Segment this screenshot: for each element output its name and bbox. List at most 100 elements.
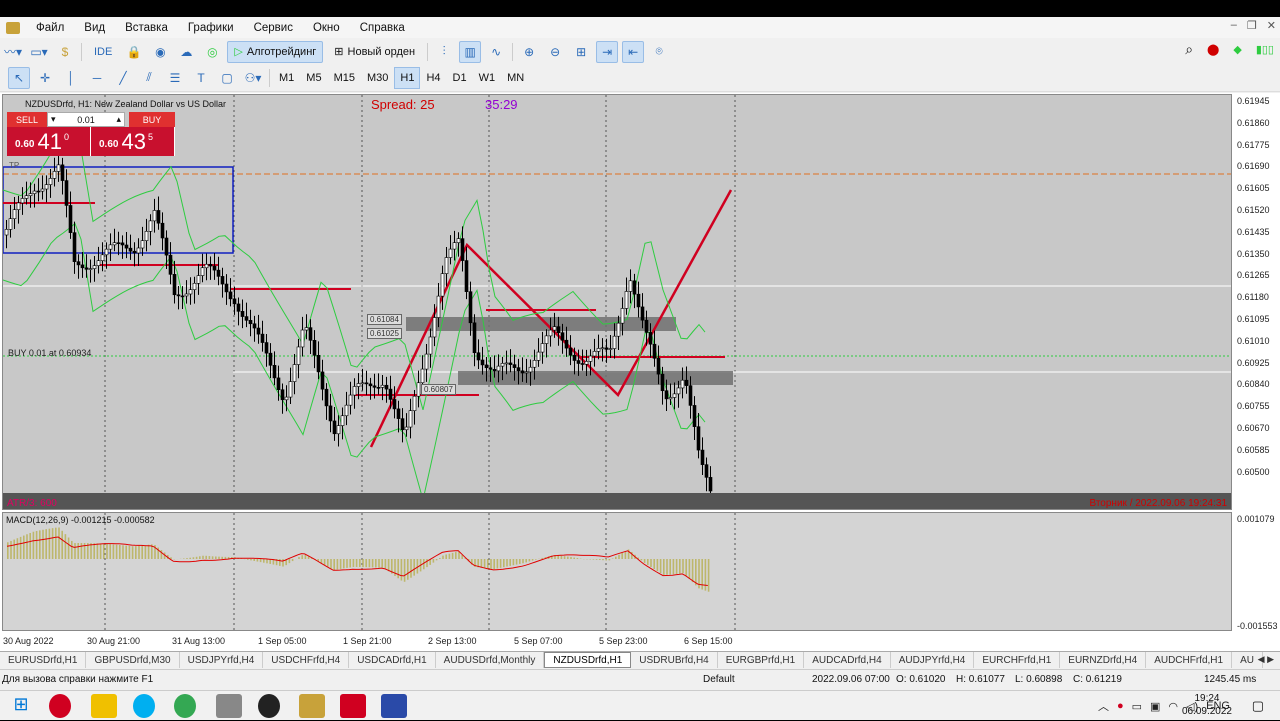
objects-icon[interactable]: ⚇▾ [242, 67, 264, 89]
terminal-taskbar-icon[interactable] [340, 694, 366, 718]
windows-start-icon[interactable]: ⊞ [8, 694, 34, 718]
timeframe-m15[interactable]: M15 [328, 67, 361, 89]
app-icon[interactable] [216, 694, 242, 718]
chart-tab[interactable]: AUDUSDrfd,Monthly [436, 652, 545, 668]
opera-icon[interactable] [49, 694, 71, 718]
zoom-out-icon[interactable]: ⊖ [544, 41, 566, 63]
chart-tab[interactable]: GBPUSDrfd,M30 [86, 652, 179, 668]
new-order-button[interactable]: ⊞ Новый орден [327, 41, 422, 63]
chart-tab[interactable]: USDRUBrfd,H4 [631, 652, 717, 668]
timeframe-h1[interactable]: H1 [394, 67, 420, 89]
screenshot-icon[interactable]: ⌾ [648, 41, 670, 63]
signal-icon[interactable]: ◉ [149, 41, 171, 63]
notifications-icon[interactable]: ⬤ [1207, 43, 1219, 56]
chart-tab[interactable]: AUDCHFrfd,H1 [1146, 652, 1232, 668]
menu-help[interactable]: Справка [350, 22, 415, 34]
candle-body [261, 334, 264, 342]
horizontal-line-icon[interactable]: ─ [86, 67, 108, 89]
macd-bar [42, 530, 44, 559]
lot-size-input[interactable]: ▾ 0.01 ▴ [47, 112, 125, 127]
restore-icon[interactable]: ❐ [1247, 19, 1257, 32]
chart-tab[interactable]: AUDCADrfd,H4 [804, 652, 890, 668]
tab-scroll-arrows-icon[interactable]: ◀ ▶ [1258, 654, 1274, 665]
menu-insert[interactable]: Вставка [115, 22, 178, 34]
chart-tab[interactable]: AUDJPYrfd,H4 [891, 652, 975, 668]
menu-charts[interactable]: Графики [178, 22, 244, 34]
chart-tab[interactable]: EURUSDrfd,H1 [0, 652, 86, 668]
search-icon[interactable]: ⌕ [1185, 41, 1193, 58]
timeframe-m5[interactable]: M5 [300, 67, 327, 89]
file-explorer-icon[interactable] [91, 694, 117, 718]
chart-tab[interactable]: USDCADrfd,H1 [349, 652, 435, 668]
signal-strength-icon[interactable]: ▮▯▯ [1256, 43, 1274, 56]
profile-name[interactable]: Default [703, 674, 735, 685]
timeframe-m1[interactable]: M1 [273, 67, 300, 89]
candlestick-icon[interactable]: ▥ [459, 41, 481, 63]
app-icon[interactable] [299, 694, 325, 718]
chart-tab[interactable]: USDJPYrfd,H4 [180, 652, 264, 668]
tray-app-icon[interactable]: ● [1117, 700, 1124, 712]
chart-tab[interactable]: EURCHFrfd,H1 [974, 652, 1060, 668]
timeframe-mn[interactable]: MN [501, 67, 530, 89]
buy-quote[interactable]: 0.60 43 5 [91, 127, 175, 156]
vps-icon[interactable]: ◎ [201, 41, 223, 63]
algo-trading-button[interactable]: ▷ Алготрейдинг [227, 41, 323, 63]
line-chart-icon[interactable]: ∿ [485, 41, 507, 63]
lot-down-icon[interactable]: ▾ [51, 114, 56, 125]
skype-icon[interactable] [133, 694, 155, 718]
timeframe-w1[interactable]: W1 [473, 67, 502, 89]
sell-quote-big: 41 [37, 129, 61, 155]
text-icon[interactable]: T [190, 67, 212, 89]
notification-center-icon[interactable]: ▢ [1252, 698, 1264, 714]
timeframe-m30[interactable]: M30 [361, 67, 394, 89]
cursor-icon[interactable]: ↖ [8, 67, 30, 89]
sell-quote[interactable]: 0.60 41 0 [7, 127, 91, 156]
menu-tools[interactable]: Сервис [244, 22, 303, 34]
minimize-icon[interactable]: – [1231, 19, 1237, 32]
chart-tab[interactable]: EURGBPrfd,H1 [718, 652, 804, 668]
network-icon[interactable]: ▣ [1150, 700, 1160, 713]
macd-subwindow[interactable]: MACD(12,26,9) -0.001215 -0.000582 [2, 512, 1232, 631]
trendline-icon[interactable]: ╱ [112, 67, 134, 89]
clock[interactable]: 19:24 06.09.2022 [1182, 692, 1232, 718]
chart-tab[interactable]: NZDUSDrfd,H1 [544, 652, 631, 668]
cloud-icon[interactable]: ☁ [175, 41, 197, 63]
time-axis[interactable]: 30 Aug 202230 Aug 21:0031 Aug 13:001 Sep… [0, 633, 1233, 651]
account-icon[interactable]: ◆ [1233, 43, 1241, 56]
terminal-taskbar-icon[interactable] [381, 694, 407, 718]
channel-icon[interactable]: ⫽ [138, 67, 160, 89]
market-watch-icon[interactable]: $ [54, 41, 76, 63]
menu-window[interactable]: Окно [303, 22, 350, 34]
close-icon[interactable]: ✕ [1267, 19, 1276, 32]
crosshair-icon[interactable]: ✛ [34, 67, 56, 89]
chart-tab[interactable]: EURNZDrfd,H4 [1060, 652, 1146, 668]
fibo-icon[interactable]: ☰ [164, 67, 186, 89]
bar-chart-icon[interactable]: ⫶ [433, 41, 455, 63]
chrome-icon[interactable] [174, 694, 196, 718]
chart-shift-icon[interactable]: ⇤ [622, 41, 644, 63]
menu-view[interactable]: Вид [74, 22, 115, 34]
app-icon[interactable] [258, 694, 280, 718]
chevron-up-icon[interactable]: ︿ [1098, 698, 1109, 714]
chart-tab[interactable]: USDCHFrfd,H4 [263, 652, 349, 668]
grid-icon[interactable]: ⊞ [570, 41, 592, 63]
autoscroll-icon[interactable]: ⇥ [596, 41, 618, 63]
profiles-icon[interactable]: ▭▾ [28, 41, 50, 63]
price-chart[interactable]: NZDUSDrfd, H1: New Zealand Dollar vs US … [2, 94, 1232, 510]
lot-up-icon[interactable]: ▴ [116, 114, 121, 125]
menu-file[interactable]: Файл [26, 22, 74, 34]
battery-icon[interactable]: ▭ [1132, 700, 1142, 713]
buy-button[interactable]: BUY [129, 112, 175, 127]
new-chart-icon[interactable]: 〰▾ [2, 41, 24, 63]
timeframe-d1[interactable]: D1 [447, 67, 473, 89]
price-axis[interactable]: 0.619450.618600.617750.616900.616050.615… [1233, 94, 1280, 634]
vertical-line-icon[interactable]: │ [60, 67, 82, 89]
zoom-in-icon[interactable]: ⊕ [518, 41, 540, 63]
sell-button[interactable]: SELL [7, 112, 47, 127]
lock-icon[interactable]: 🔒 [123, 41, 145, 63]
timeframe-h4[interactable]: H4 [420, 67, 446, 89]
macd-bar [506, 559, 508, 567]
shapes-icon[interactable]: ▢ [216, 67, 238, 89]
ide-button[interactable]: IDE [87, 41, 119, 63]
wifi-icon[interactable]: ◠ [1168, 700, 1178, 713]
